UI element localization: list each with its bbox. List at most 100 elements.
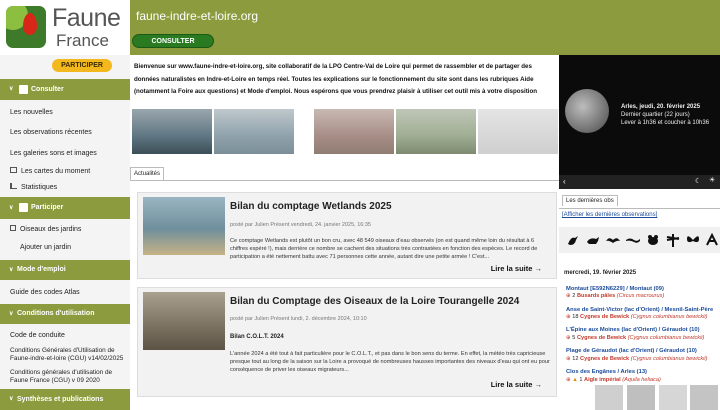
- news-card: Bilan du comptage Wetlands 2025 posté pa…: [137, 192, 557, 279]
- sidebar-section-label: Participer: [31, 204, 64, 211]
- bird-filter-icon[interactable]: [565, 232, 581, 248]
- photo-thumbnail[interactable]: [214, 109, 294, 154]
- sidebar-item-nouvelles[interactable]: Les nouvelles: [10, 109, 53, 116]
- sidebar-item-label: Les cartes du moment: [20, 168, 91, 175]
- photo-thumbnail[interactable]: [396, 109, 476, 154]
- sidebar-item-cartes[interactable]: Les cartes du moment: [10, 167, 90, 175]
- moon-info: Arles, jeudi, 20. février 2025 Dernier q…: [621, 103, 709, 127]
- sidebar-section-label: Conditions d'utilisation: [17, 310, 95, 317]
- moon-phase: Dernier quartier (22 jours): [621, 112, 690, 118]
- sidebar-section-conditions[interactable]: ∨ Conditions d'utilisation: [0, 304, 130, 324]
- observation-count: 5: [572, 335, 576, 341]
- sidebar-item-observations[interactable]: Les observations récentes: [10, 129, 92, 136]
- observation-species[interactable]: ⊕ 5 Cygnes de Bewick (Cygnus columbianus…: [566, 335, 704, 341]
- moon-panel: Arles, jeudi, 20. février 2025 Dernier q…: [559, 55, 720, 189]
- news-image[interactable]: [143, 197, 225, 255]
- species-latin: (Cygnus columbianus bewickii): [630, 356, 708, 362]
- consult-button[interactable]: CONSULTER: [132, 34, 214, 48]
- sun-mode-icon[interactable]: ☀: [709, 176, 715, 184]
- sidebar-item-cgu-local[interactable]: Conditions Générales d'Utilisation de Fa…: [10, 347, 128, 363]
- chevron-down-icon: ∨: [9, 396, 14, 402]
- chevron-left-icon[interactable]: ‹: [563, 177, 566, 186]
- observation-species[interactable]: ⊕ 18 Cygnes de Bewick (Cygnus columbianu…: [566, 314, 708, 320]
- moon-mode-icon[interactable]: ☾: [695, 177, 701, 185]
- sidebar-item-galeries[interactable]: Les galeries sons et images: [10, 150, 97, 157]
- observation-location[interactable]: L'Épine aux Moines (lac d'Orient) / Géra…: [566, 327, 700, 333]
- news-image[interactable]: [143, 292, 225, 350]
- observation-location[interactable]: Clos des Engânes / Arles (13): [566, 369, 647, 375]
- reptile-filter-icon[interactable]: [625, 232, 641, 248]
- sidebar-item-cgu-france[interactable]: Conditions générales d'utilisation de Fa…: [10, 369, 128, 385]
- photo-thumbnail[interactable]: [132, 109, 212, 154]
- sidebar-section-consulter[interactable]: ∨ Consulter: [0, 79, 130, 100]
- species-name: Cygnes de Bewick: [580, 356, 630, 362]
- show-observations-link[interactable]: [Afficher les dernières observations]: [562, 212, 657, 218]
- chevron-down-icon: ∨: [9, 267, 14, 273]
- observation-photo[interactable]: [627, 385, 655, 410]
- bar-chart-icon: [10, 183, 17, 189]
- species-latin: (Cygnus columbianus bewickii): [630, 314, 708, 320]
- tab-dernieres-obs[interactable]: Les dernières obs: [562, 195, 618, 206]
- read-more-link[interactable]: Lire la suite →: [491, 380, 542, 389]
- news-excerpt: Ce comptage Wetlands est plutôt un bon c…: [230, 238, 538, 260]
- intro-text: Bienvenue sur www.faune-indre-et-loire.o…: [134, 63, 538, 95]
- moon-date: Arles, jeudi, 20. février 2025: [621, 104, 701, 110]
- observation-location[interactable]: Montaut [E592N6229] / Montaut (09): [566, 286, 664, 292]
- sidebar-item-label: Statistiques: [20, 184, 58, 191]
- observation-photo[interactable]: [690, 385, 718, 410]
- brand-name-line1: Faune: [52, 4, 121, 32]
- observation-location[interactable]: Anse de Saint-Victor (lac d'Orient) / Me…: [566, 307, 713, 313]
- tab-actualites[interactable]: Actualités: [130, 167, 164, 181]
- sidebar-section-label: Synthèses et publications: [17, 396, 104, 403]
- observation-count: 12: [572, 356, 579, 362]
- species-latin: (Cygnus columbianus bewickii): [627, 335, 705, 341]
- observation-location[interactable]: Plage de Géraudot (lac d'Orient) / Gérau…: [566, 348, 697, 354]
- observation-count: 2: [572, 293, 576, 299]
- moon-times: Lever à 1h36 et coucher à 10h36: [621, 120, 710, 126]
- observations-panel: Les dernières obs [Afficher les dernière…: [559, 189, 720, 410]
- species-name: Aigle impérial: [584, 377, 621, 383]
- news-subtitle: Bilan C.O.L.T. 2024: [230, 334, 284, 340]
- list-icon: [19, 85, 28, 94]
- moon-image: [565, 89, 609, 133]
- chevron-down-icon: ∨: [9, 205, 14, 211]
- sidebar-item-oiseaux-jardins[interactable]: Oiseaux des jardins: [10, 225, 81, 233]
- observation-photo[interactable]: [595, 385, 623, 410]
- logo[interactable]: Faune France: [0, 0, 130, 55]
- chevron-down-icon: ∨: [9, 311, 14, 317]
- insect-filter-icon[interactable]: [704, 232, 720, 248]
- sidebar-section-syntheses[interactable]: ∨ Synthèses et publications: [0, 389, 130, 410]
- participate-button[interactable]: PARTICIPER: [52, 59, 112, 72]
- app-window: Faune France faune-indre-et-loire.org CO…: [0, 0, 720, 410]
- species-name: Busards pâles: [576, 293, 616, 299]
- observation-species[interactable]: ⊕ 2 Busards pâles (Circus macrourus): [566, 293, 664, 299]
- news-title[interactable]: Bilan du Comptage des Oiseaux de la Loir…: [230, 296, 519, 307]
- news-card: Bilan du Comptage des Oiseaux de la Loir…: [137, 287, 557, 397]
- bat-filter-icon[interactable]: [605, 232, 621, 248]
- sidebar-item-statistiques[interactable]: Statistiques: [10, 183, 57, 191]
- map-icon: [10, 167, 17, 173]
- butterfly-filter-icon[interactable]: [685, 232, 701, 248]
- sidebar-section-participer[interactable]: ∨ Participer: [0, 197, 130, 219]
- observation-species[interactable]: ⊕ ▲ 1 Aigle impérial (Aquila heliaca): [566, 377, 661, 383]
- sidebar: PARTICIPER ∨ Consulter Les nouvelles Les…: [0, 55, 130, 410]
- photo-thumbnail[interactable]: [478, 109, 558, 154]
- sidebar-item-guide-atlas[interactable]: Guide des codes Atlas: [10, 289, 80, 296]
- mammal-filter-icon[interactable]: [585, 232, 601, 248]
- read-more-link[interactable]: Lire la suite →: [491, 264, 542, 273]
- amphibian-filter-icon[interactable]: [645, 232, 661, 248]
- site-title[interactable]: faune-indre-et-loire.org: [136, 9, 258, 23]
- sidebar-item-label: Oiseaux des jardins: [19, 226, 82, 233]
- sidebar-item-code-conduite[interactable]: Code de conduite: [10, 332, 65, 339]
- tab-divider: [559, 208, 720, 209]
- news-title[interactable]: Bilan du comptage Wetlands 2025: [230, 201, 392, 212]
- tab-divider: [130, 180, 559, 181]
- dragonfly-filter-icon[interactable]: [665, 232, 681, 248]
- photo-thumbnail[interactable]: [314, 109, 394, 154]
- news-meta: posté par Julien Présent vendredi, 24. j…: [230, 222, 371, 228]
- house-icon: [10, 225, 16, 231]
- observation-species[interactable]: ⊕ 12 Cygnes de Bewick (Cygnus columbianu…: [566, 356, 708, 362]
- sidebar-section-mode-emploi[interactable]: ∨ Mode d'emploi: [0, 260, 130, 280]
- observation-photo[interactable]: [659, 385, 687, 410]
- sidebar-item-ajouter-jardin[interactable]: Ajouter un jardin: [20, 244, 71, 251]
